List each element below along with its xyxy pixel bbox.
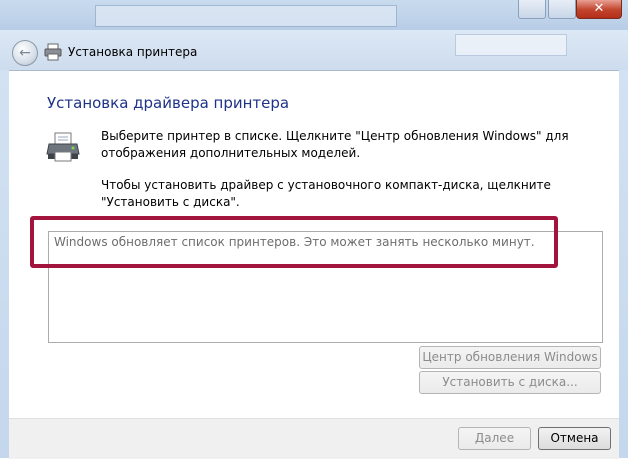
background-window-controls — [516, 0, 576, 19]
close-button[interactable]: ✕ — [576, 0, 622, 19]
have-disk-button[interactable]: Установить с диска... — [419, 371, 601, 394]
page-title: Установка драйвера принтера — [47, 94, 290, 112]
instruction-text: Выберите принтер в списке. Щелкните "Цен… — [101, 129, 569, 160]
windows-update-button[interactable]: Центр обновления Windows — [419, 346, 601, 369]
background-address-bar — [95, 5, 397, 27]
disk-instruction-text: Чтобы установить драйвер с установочного… — [101, 178, 551, 209]
background-maximize-button — [548, 0, 576, 19]
annotation-highlight-box — [30, 216, 558, 268]
back-button[interactable]: ← — [12, 40, 38, 66]
next-button[interactable]: Далее — [458, 427, 531, 450]
window-title: Установка принтера — [68, 45, 198, 59]
printer-icon — [46, 130, 80, 164]
printer-icon — [44, 43, 62, 61]
cancel-button[interactable]: Отмена — [538, 427, 611, 450]
back-arrow-icon: ← — [19, 45, 31, 61]
background-search-box — [455, 34, 567, 56]
background-minimize-button — [518, 0, 546, 19]
